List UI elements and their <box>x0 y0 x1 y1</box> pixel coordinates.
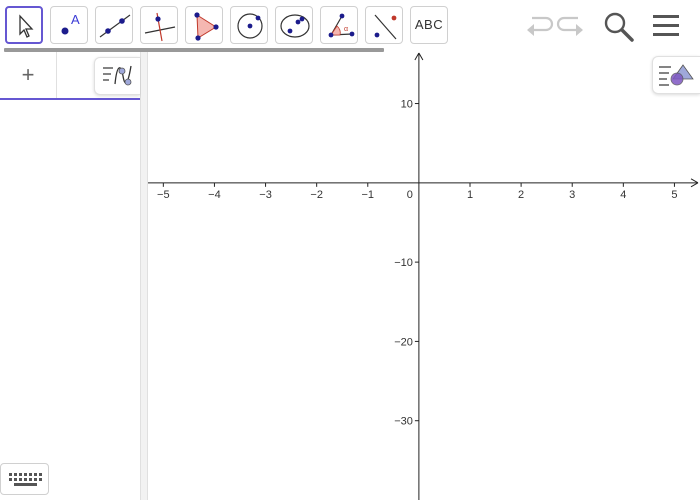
graphics-view[interactable]: −5 −4 −3 −2 −1 1 2 3 4 5 10 −10 −20 −30 0 <box>148 52 700 500</box>
line-through-two-points-icon <box>99 14 131 38</box>
view-splitter[interactable] <box>141 52 148 500</box>
undo-icon <box>527 16 554 36</box>
algebra-style-icon <box>103 65 132 86</box>
menu-icon <box>653 15 679 36</box>
x-tick-label: −2 <box>310 189 323 201</box>
x-tick-label: 1 <box>467 189 473 201</box>
conic-tool-button[interactable] <box>275 6 313 44</box>
x-tick-label: 3 <box>569 189 575 201</box>
redo-button[interactable] <box>556 10 590 42</box>
circle-tool-button[interactable] <box>230 6 268 44</box>
x-tick-label: −3 <box>259 189 272 201</box>
graphics-style-icon <box>659 64 694 86</box>
text-tool-button[interactable]: ABC <box>410 6 448 44</box>
circle-center-point-icon <box>237 13 263 39</box>
keyboard-button[interactable] <box>0 463 49 495</box>
origin-label: 0 <box>407 189 413 201</box>
main-menu-button[interactable] <box>650 10 684 42</box>
polygon-icon <box>194 12 219 41</box>
undo-button[interactable] <box>520 10 554 42</box>
point-icon: A <box>61 12 80 35</box>
angle-tool-button[interactable]: α <box>320 6 358 44</box>
search-icon <box>604 12 634 42</box>
algebra-view: + <box>0 52 141 500</box>
x-tick-label: 5 <box>671 189 677 201</box>
search-button[interactable] <box>602 10 636 42</box>
text-tool-label: ABC <box>414 17 444 32</box>
y-tick-label: −30 <box>394 416 413 428</box>
perpendicular-line-icon <box>144 12 176 42</box>
reflect-about-line-icon <box>374 14 397 40</box>
add-input-button[interactable]: + <box>0 52 57 98</box>
svg-text:α: α <box>344 26 348 33</box>
reflect-tool-button[interactable] <box>365 6 403 44</box>
y-tick-label: −20 <box>394 336 413 348</box>
x-tick-label: 2 <box>518 189 524 201</box>
point-tool-button[interactable]: A <box>50 6 88 44</box>
polygon-tool-button[interactable] <box>185 6 223 44</box>
perpendicular-line-tool-button[interactable] <box>140 6 178 44</box>
redo-icon <box>556 16 583 36</box>
x-tick-label: −1 <box>362 189 375 201</box>
y-tick-label: −10 <box>394 257 413 269</box>
y-tick-label: 10 <box>401 99 413 111</box>
ellipse-icon <box>280 14 310 38</box>
keyboard-icon <box>9 473 42 486</box>
move-tool-button[interactable] <box>5 6 43 44</box>
graphics-style-button[interactable] <box>652 56 700 94</box>
arrow-cursor-icon <box>19 14 34 38</box>
toolbar: A α ABC <box>0 0 700 52</box>
angle-icon: α <box>328 13 355 38</box>
x-tick-label: 4 <box>620 189 626 201</box>
x-tick-label: −5 <box>157 189 170 201</box>
coordinate-axes: −5 −4 −3 −2 −1 1 2 3 4 5 10 −10 −20 −30 0 <box>148 52 699 500</box>
line-tool-button[interactable] <box>95 6 133 44</box>
x-tick-label: −4 <box>208 189 221 201</box>
algebra-style-button[interactable] <box>94 57 140 95</box>
point-tool-label: A <box>71 12 80 27</box>
